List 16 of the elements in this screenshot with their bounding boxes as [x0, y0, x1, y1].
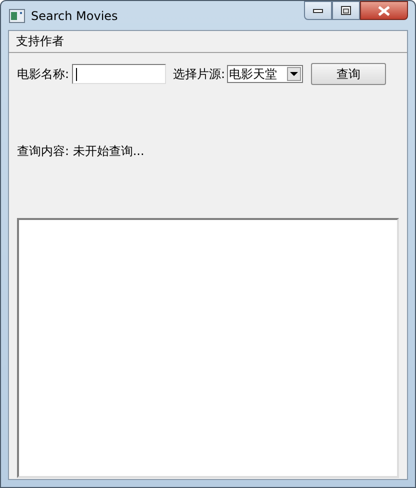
menu-item[interactable]: 支持作者: [14, 33, 66, 50]
maximize-button[interactable]: [332, 1, 360, 20]
window-title: Search Movies: [31, 8, 118, 22]
minimize-button[interactable]: [304, 1, 332, 20]
close-icon: [378, 6, 390, 16]
dropdown-arrow-icon: [290, 72, 298, 76]
close-button[interactable]: [360, 1, 408, 20]
maximize-icon: [341, 6, 351, 15]
app-icon: [9, 8, 25, 22]
source-dropdown[interactable]: 电影天堂: [227, 65, 304, 83]
minimize-icon: [313, 8, 323, 12]
query-button[interactable]: 查询: [311, 63, 386, 85]
status-text: 查询内容: 未开始查询...: [17, 143, 146, 160]
movie-name-field[interactable]: [72, 64, 166, 84]
source-label: 选择片源:: [173, 66, 226, 82]
movie-name-label: 电影名称:: [17, 66, 70, 82]
